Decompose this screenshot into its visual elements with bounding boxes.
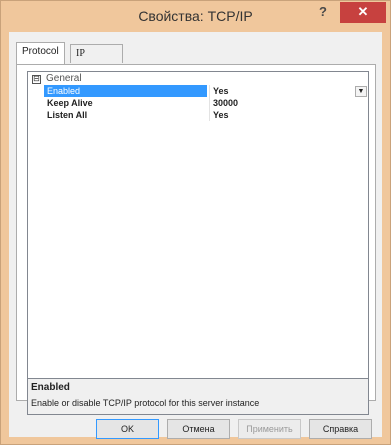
property-name[interactable]: Keep Alive: [44, 97, 207, 109]
property-name[interactable]: Enabled: [44, 85, 207, 97]
description-title: Enabled: [31, 382, 70, 393]
property-value-text: Yes: [213, 86, 229, 96]
ok-button[interactable]: OK: [96, 419, 159, 439]
property-row-listen-all[interactable]: Listen All Yes: [28, 109, 368, 121]
dialog-body: Protocol IP Addresses ⊟ General Enabled …: [9, 32, 382, 439]
category-row-general[interactable]: ⊟ General: [28, 73, 368, 85]
property-row-keep-alive[interactable]: Keep Alive 30000: [28, 97, 368, 109]
tab-panel-protocol: ⊟ General Enabled Yes ▼ Keep Alive 30000…: [16, 64, 376, 415]
cancel-button[interactable]: Отмена: [167, 419, 230, 439]
properties-dialog: Свойства: TCP/IP ? ✕ Protocol IP Address…: [0, 0, 391, 445]
tab-protocol[interactable]: Protocol: [16, 42, 65, 64]
description-text: Enable or disable TCP/IP protocol for th…: [31, 398, 260, 408]
tab-ip-addresses[interactable]: IP Addresses: [70, 44, 124, 77]
category-label: General: [46, 73, 82, 84]
property-row-enabled[interactable]: Enabled Yes ▼: [28, 85, 368, 97]
property-grid: ⊟ General Enabled Yes ▼ Keep Alive 30000…: [27, 71, 369, 380]
collapse-icon[interactable]: ⊟: [32, 75, 41, 84]
description-panel: Enabled Enable or disable TCP/IP protoco…: [27, 378, 369, 415]
title-bar[interactable]: Свойства: TCP/IP ? ✕: [1, 1, 390, 32]
property-value[interactable]: Yes ▼: [209, 85, 368, 97]
property-value[interactable]: Yes: [209, 109, 368, 121]
close-button[interactable]: ✕: [340, 2, 386, 23]
property-value[interactable]: 30000: [209, 97, 368, 109]
apply-button[interactable]: Применить: [238, 419, 301, 439]
help-icon[interactable]: ?: [310, 2, 336, 24]
property-name[interactable]: Listen All: [44, 109, 207, 121]
help-button[interactable]: Справка: [309, 419, 372, 439]
chevron-down-icon[interactable]: ▼: [355, 86, 367, 97]
